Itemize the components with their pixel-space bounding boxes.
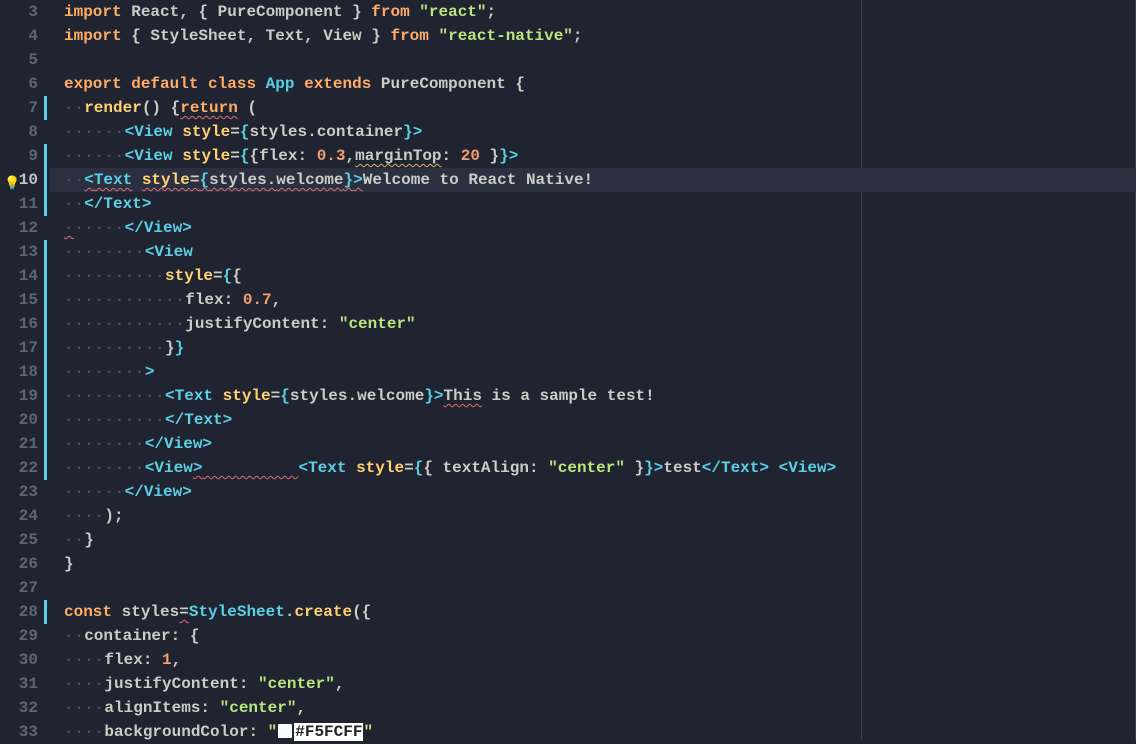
- code-editor[interactable]: 💡 3 4 5 6 7 8 9 10 11 12 13 14 15 16 17 …: [0, 0, 1136, 740]
- code-line[interactable]: import { StyleSheet, Text, View } from "…: [64, 24, 1136, 48]
- code-line[interactable]: }: [64, 552, 1136, 576]
- line-number[interactable]: 26: [0, 552, 38, 576]
- line-number[interactable]: 14: [0, 264, 38, 288]
- code-line[interactable]: ············flex: 0.7,: [64, 288, 1136, 312]
- line-number[interactable]: 25: [0, 528, 38, 552]
- code-line[interactable]: ····justifyContent: "center",: [64, 672, 1136, 696]
- code-line[interactable]: ········<View> <Text style={{ textAlign:…: [64, 456, 1136, 480]
- code-line[interactable]: ····flex: 1,: [64, 648, 1136, 672]
- code-line[interactable]: ····);: [64, 504, 1136, 528]
- code-line[interactable]: export default class App extends PureCom…: [64, 72, 1136, 96]
- code-area[interactable]: import React, { PureComponent } from "re…: [50, 0, 1136, 744]
- line-number[interactable]: 31: [0, 672, 38, 696]
- code-line[interactable]: ··</Text>: [64, 192, 1136, 216]
- line-number-gutter[interactable]: 3 4 5 6 7 8 9 10 11 12 13 14 15 16 17 18…: [0, 0, 50, 740]
- line-number[interactable]: 32: [0, 696, 38, 720]
- code-line[interactable]: ······<View style={{flex: 0.3,marginTop:…: [64, 144, 1136, 168]
- line-number[interactable]: 3: [0, 0, 38, 24]
- line-number[interactable]: 8: [0, 120, 38, 144]
- line-number[interactable]: 19: [0, 384, 38, 408]
- code-line[interactable]: ··render() {return (: [64, 96, 1136, 120]
- code-line[interactable]: ··········}}: [64, 336, 1136, 360]
- line-number[interactable]: 16: [0, 312, 38, 336]
- code-line[interactable]: ··<Text style={styles.welcome}>Welcome t…: [50, 168, 1136, 192]
- code-line[interactable]: ········<View: [64, 240, 1136, 264]
- code-line[interactable]: ······</View>: [64, 480, 1136, 504]
- code-line[interactable]: const styles=StyleSheet.create({: [64, 600, 1136, 624]
- line-number[interactable]: 30: [0, 648, 38, 672]
- line-number[interactable]: 21: [0, 432, 38, 456]
- line-number[interactable]: 6: [0, 72, 38, 96]
- code-line[interactable]: ··········<Text style={styles.welcome}>T…: [64, 384, 1136, 408]
- line-number[interactable]: 27: [0, 576, 38, 600]
- line-number[interactable]: 18: [0, 360, 38, 384]
- line-number[interactable]: 12: [0, 216, 38, 240]
- color-swatch-icon[interactable]: [278, 724, 292, 738]
- line-number[interactable]: 17: [0, 336, 38, 360]
- code-line[interactable]: [64, 48, 1136, 72]
- code-line[interactable]: ··········style={{: [64, 264, 1136, 288]
- line-number[interactable]: 24: [0, 504, 38, 528]
- code-line[interactable]: ··container: {: [64, 624, 1136, 648]
- code-line[interactable]: ······</View>: [64, 216, 1136, 240]
- code-line[interactable]: ··········</Text>: [64, 408, 1136, 432]
- line-number[interactable]: 9: [0, 144, 38, 168]
- code-line[interactable]: ····backgroundColor: "#F5FCFF": [64, 720, 1136, 744]
- line-number[interactable]: 28: [0, 600, 38, 624]
- code-line[interactable]: ········>: [64, 360, 1136, 384]
- line-number[interactable]: 15: [0, 288, 38, 312]
- code-line[interactable]: ······<View style={styles.container}>: [64, 120, 1136, 144]
- line-number[interactable]: 33: [0, 720, 38, 744]
- line-number[interactable]: 23: [0, 480, 38, 504]
- code-line[interactable]: ········</View>: [64, 432, 1136, 456]
- line-number[interactable]: 13: [0, 240, 38, 264]
- line-number[interactable]: 7: [0, 96, 38, 120]
- code-line[interactable]: ··}: [64, 528, 1136, 552]
- lightbulb-icon[interactable]: 💡: [4, 172, 20, 196]
- line-number[interactable]: 29: [0, 624, 38, 648]
- line-number[interactable]: 4: [0, 24, 38, 48]
- line-number[interactable]: 5: [0, 48, 38, 72]
- code-line[interactable]: import React, { PureComponent } from "re…: [64, 0, 1136, 24]
- line-number[interactable]: 22: [0, 456, 38, 480]
- code-line[interactable]: ····alignItems: "center",: [64, 696, 1136, 720]
- line-number[interactable]: 20: [0, 408, 38, 432]
- code-line[interactable]: [64, 576, 1136, 600]
- code-line[interactable]: ············justifyContent: "center": [64, 312, 1136, 336]
